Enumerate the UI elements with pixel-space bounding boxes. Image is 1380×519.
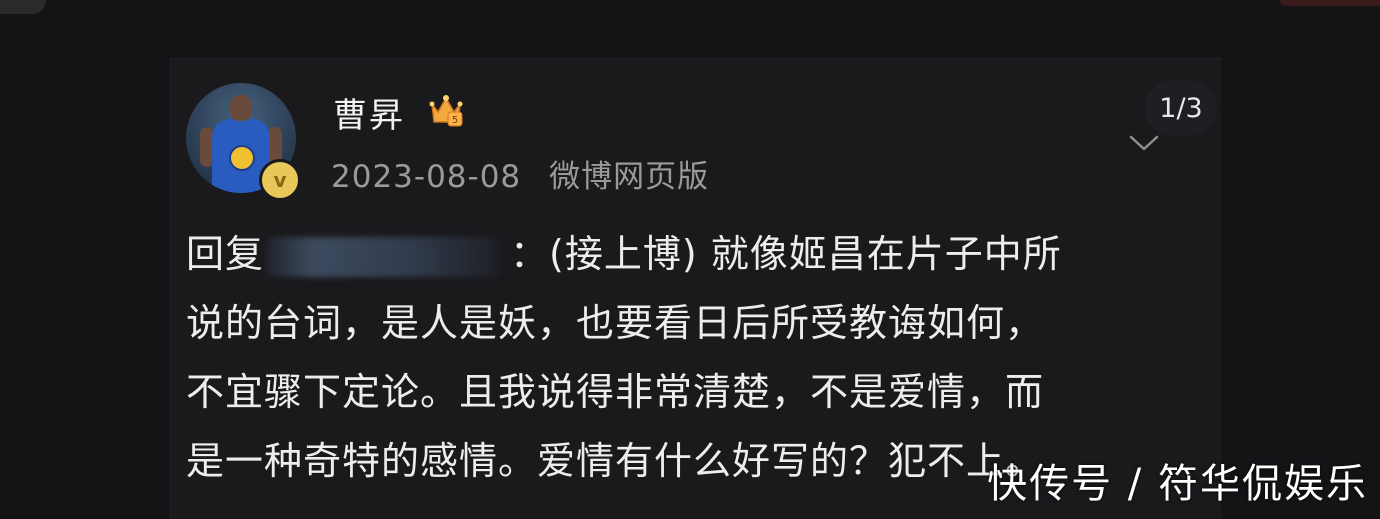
post-meta: 2023-08-08 微博网页版 — [331, 151, 709, 196]
verified-v-icon: v — [259, 159, 301, 201]
page: v 曹昇 5 2023-08-08 微博网页版 1/3 回复 ：(接上博) 就像姬昌… — [0, 0, 1380, 519]
content-line-1: 回复 ：(接上博) 就像姬昌在片子中所 — [186, 220, 1176, 289]
content-line-2: 说的台词，是人是妖，也要看日后所受教诲如何， — [186, 301, 1045, 345]
username[interactable]: 曹昇 — [333, 88, 405, 137]
watermark: 快传号 / 符华侃娱乐 — [987, 461, 1368, 507]
decorative-corner-right — [1280, 0, 1380, 6]
content-line-3: 不宜骤下定论。且我说得非常清楚，不是爱情，而 — [186, 370, 1045, 414]
decorative-corner — [0, 0, 46, 14]
chevron-down-icon[interactable] — [1128, 130, 1160, 156]
crown-badge-icon[interactable]: 5 — [426, 90, 466, 130]
jersey-logo — [229, 145, 255, 171]
svg-text:5: 5 — [452, 115, 458, 126]
reply-prefix: 回复 — [186, 232, 265, 276]
post-date: 2023-08-08 — [331, 159, 522, 195]
reply-text-1: ：(接上博) 就像姬昌在片子中所 — [510, 232, 1062, 276]
avatar-head — [230, 95, 252, 121]
post-source: 微博网页版 — [549, 159, 710, 195]
page-indicator: 1/3 — [1145, 80, 1217, 136]
redacted-username — [266, 236, 501, 277]
